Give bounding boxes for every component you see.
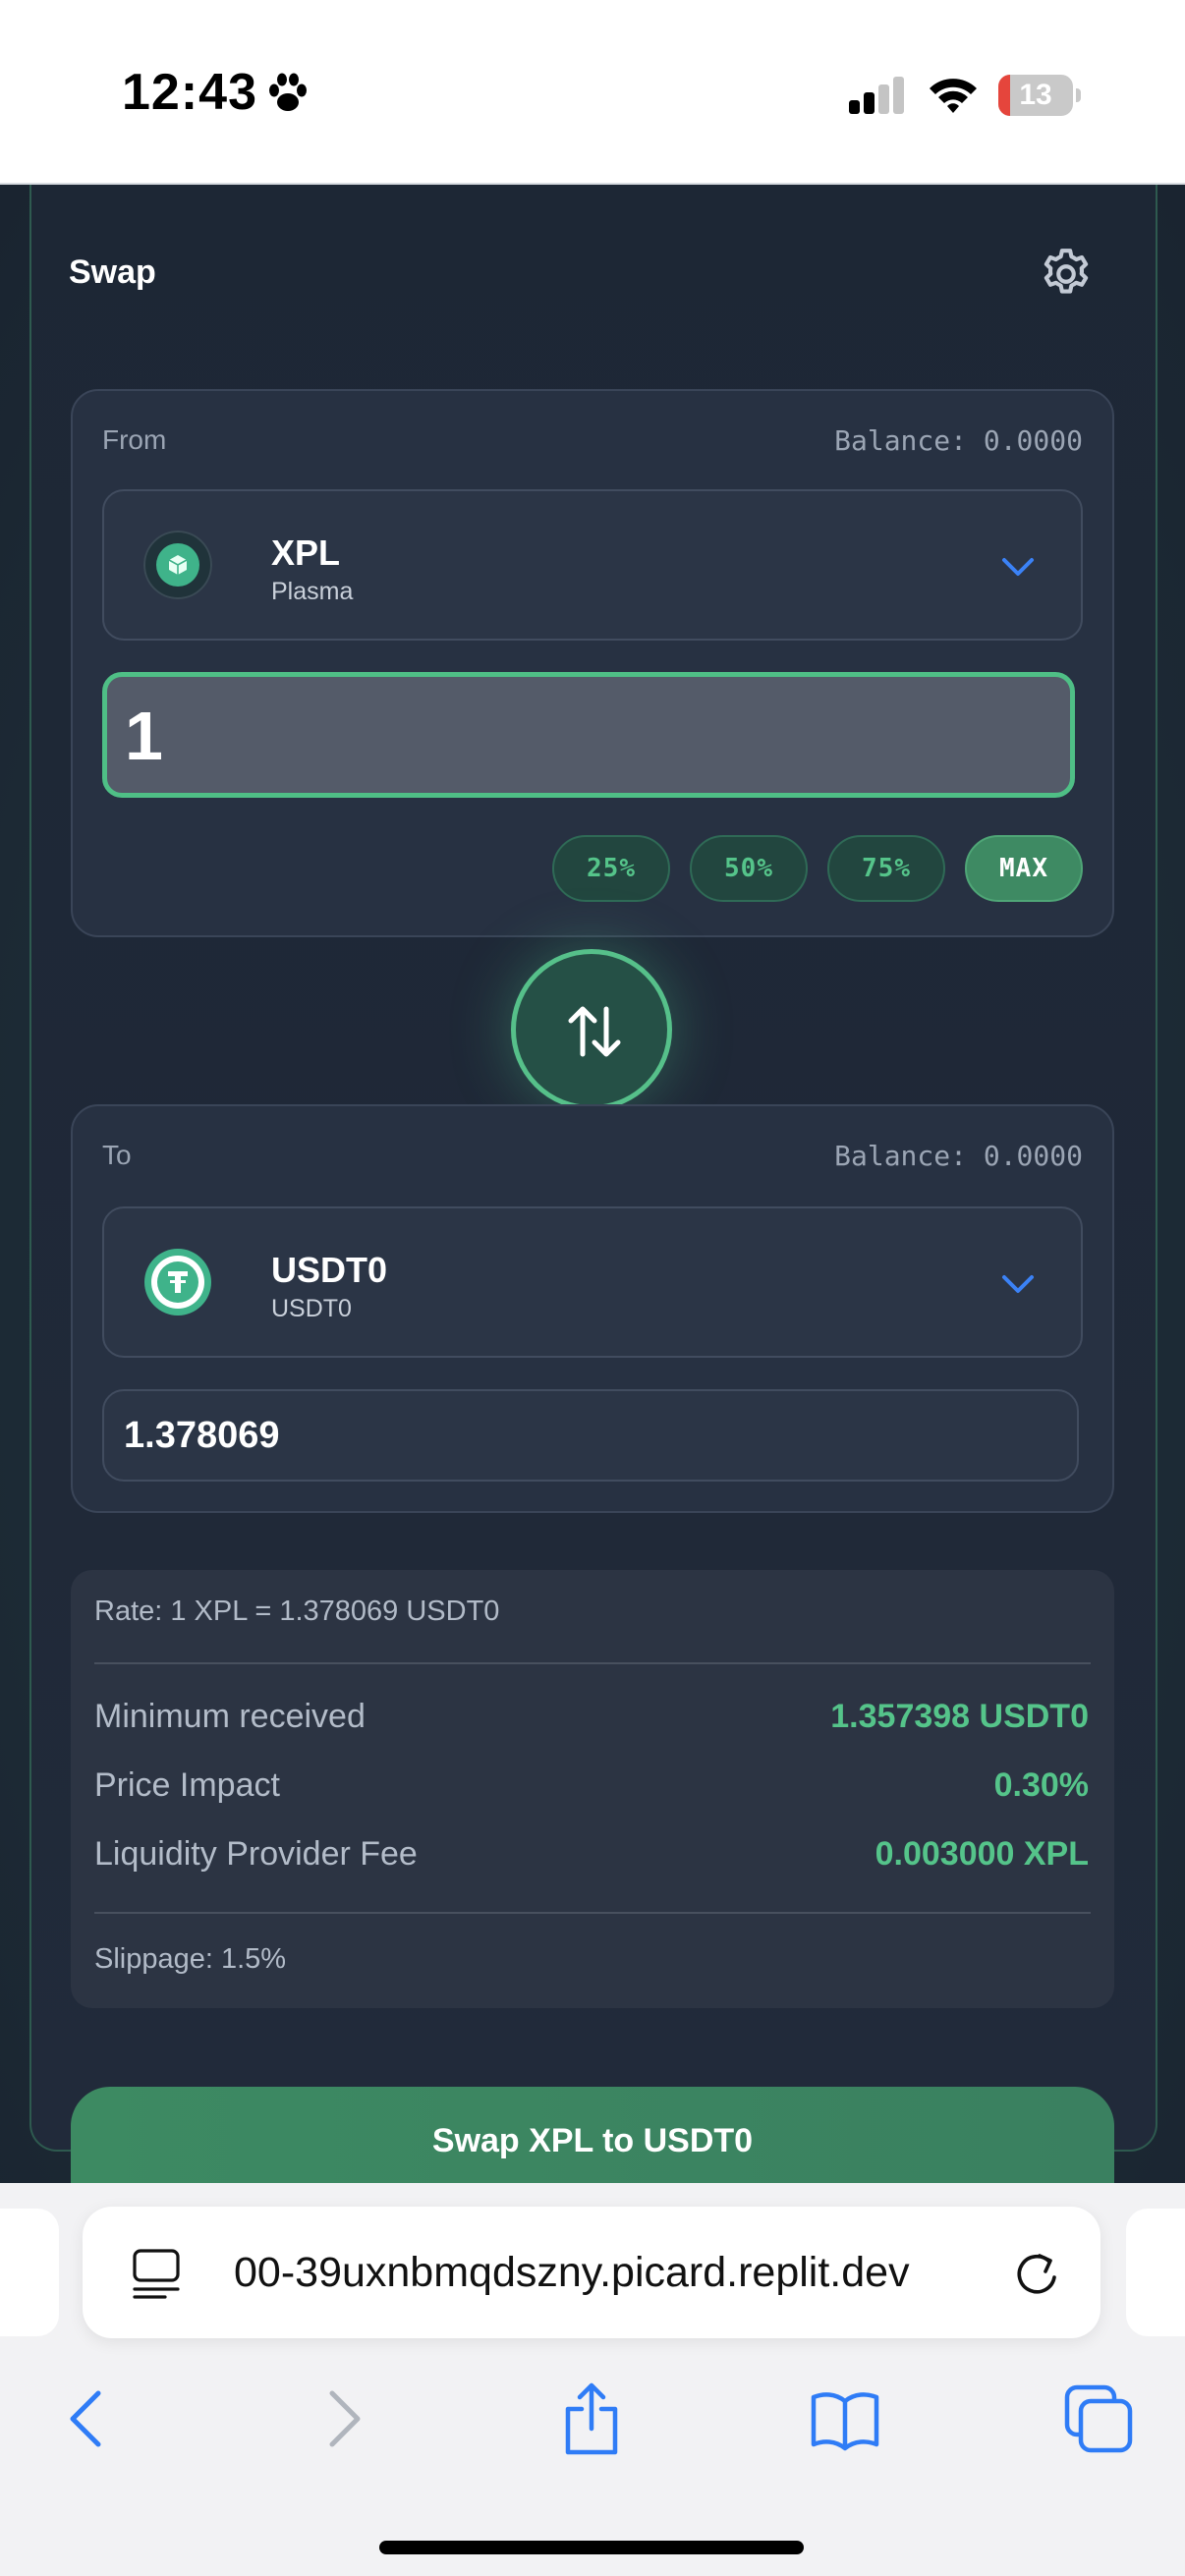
price-impact-value: 0.30% xyxy=(993,1766,1089,1804)
forward-icon[interactable] xyxy=(303,2380,381,2458)
swap-arrows-icon xyxy=(568,1006,621,1057)
slippage-info: Slippage: 1.5% xyxy=(94,1943,287,1975)
gear-icon[interactable] xyxy=(1036,244,1097,305)
from-token-selector[interactable]: XPL Plasma xyxy=(102,489,1083,641)
flip-tokens-button[interactable] xyxy=(511,949,672,1110)
to-token-selector[interactable]: USDT0 USDT0 xyxy=(102,1206,1083,1358)
next-tab-preview[interactable] xyxy=(1126,2209,1185,2336)
address-bar[interactable]: 00-39uxnbmqdszny.picard.replit.dev xyxy=(83,2207,1100,2338)
lp-fee-label: Liquidity Provider Fee xyxy=(94,1835,418,1873)
cellular-signal-icon xyxy=(849,77,904,114)
bookmarks-icon[interactable] xyxy=(806,2380,884,2458)
page-menu-icon[interactable] xyxy=(132,2248,181,2299)
minimum-received-value: 1.357398 USDT0 xyxy=(830,1698,1089,1735)
reload-icon[interactable] xyxy=(1010,2248,1063,2301)
to-amount-output: 1.378069 xyxy=(102,1389,1079,1482)
from-token-name: Plasma xyxy=(271,578,354,605)
chevron-down-icon xyxy=(1002,558,1034,576)
page-title: Swap xyxy=(69,253,156,291)
tabs-icon[interactable] xyxy=(1059,2380,1138,2458)
exchange-rate: Rate: 1 XPL = 1.378069 USDT0 xyxy=(94,1596,500,1627)
status-time: 12:43 xyxy=(122,64,257,121)
status-bar: 12:43 13 xyxy=(0,0,1185,185)
paw-icon xyxy=(269,73,307,111)
percent-25-button[interactable]: 25% xyxy=(552,835,670,902)
wifi-icon xyxy=(930,79,977,113)
swap-details-panel: Rate: 1 XPL = 1.378069 USDT0 Minimum rec… xyxy=(71,1570,1114,2008)
from-panel: From Balance: 0.0000 XPL Plasma 1 25% 50… xyxy=(71,389,1114,937)
percent-50-button[interactable]: 50% xyxy=(690,835,808,902)
chevron-down-icon xyxy=(1002,1275,1034,1293)
to-label: To xyxy=(102,1140,132,1170)
to-balance: Balance: 0.0000 xyxy=(834,1140,1083,1172)
share-icon[interactable] xyxy=(552,2380,631,2458)
to-token-name: USDT0 xyxy=(271,1295,352,1322)
percent-75-button[interactable]: 75% xyxy=(827,835,945,902)
lp-fee-value: 0.003000 XPL xyxy=(875,1835,1089,1873)
url-text[interactable]: 00-39uxnbmqdszny.picard.replit.dev xyxy=(234,2240,1020,2305)
price-impact-label: Price Impact xyxy=(94,1766,280,1804)
browser-chrome: 00-39uxnbmqdszny.picard.replit.dev xyxy=(0,2183,1185,2576)
xpl-token-icon xyxy=(143,531,212,599)
battery-level: 13 xyxy=(1019,79,1052,111)
minimum-received-label: Minimum received xyxy=(94,1698,366,1735)
divider xyxy=(94,1662,1091,1664)
to-panel: To Balance: 0.0000 USDT0 USDT0 1.378069 xyxy=(71,1104,1114,1513)
battery-icon: 13 xyxy=(998,75,1081,118)
divider xyxy=(94,1912,1091,1914)
home-indicator xyxy=(379,2541,804,2554)
back-icon[interactable] xyxy=(49,2380,128,2458)
from-balance: Balance: 0.0000 xyxy=(834,424,1083,457)
to-token-symbol: USDT0 xyxy=(271,1250,388,1290)
usdt0-token-icon xyxy=(144,1249,211,1316)
from-label: From xyxy=(102,424,167,455)
max-button[interactable]: MAX xyxy=(965,835,1083,902)
from-token-symbol: XPL xyxy=(271,532,341,573)
from-amount-input[interactable]: 1 xyxy=(102,672,1075,798)
previous-tab-preview[interactable] xyxy=(0,2209,59,2336)
